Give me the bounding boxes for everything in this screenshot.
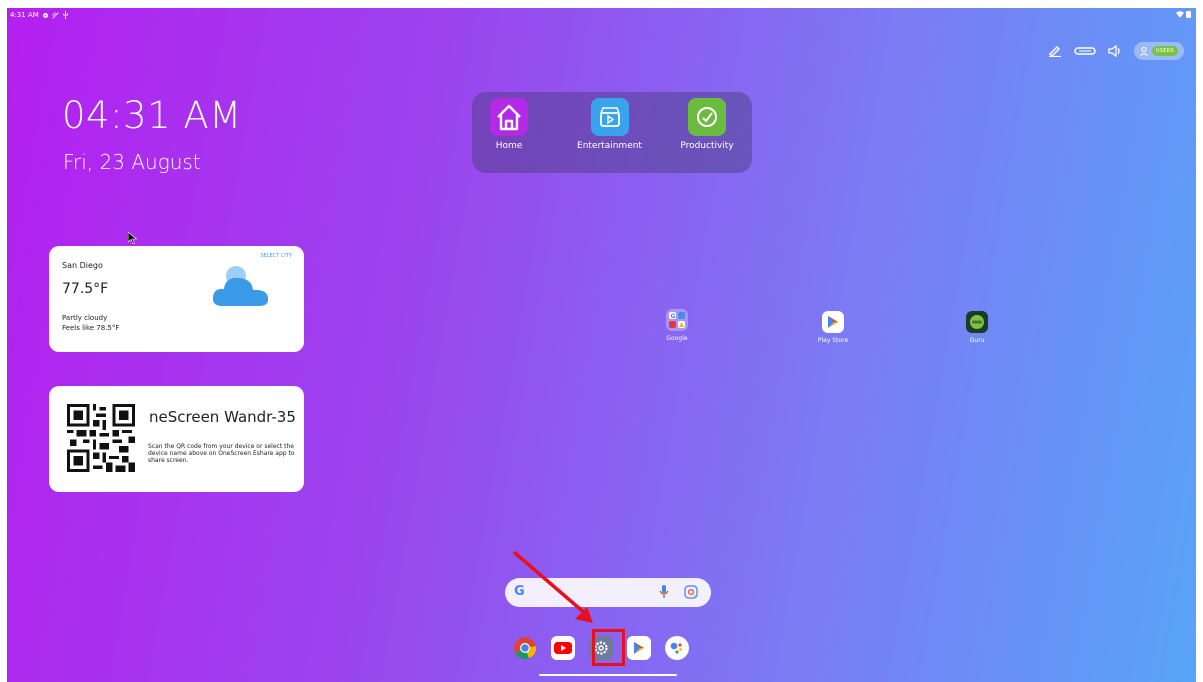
play-store-icon[interactable] (627, 636, 651, 660)
desktop-app-google[interactable]: G Google (647, 309, 707, 342)
mouse-cursor-icon (128, 232, 137, 244)
google-lens-icon[interactable] (684, 585, 698, 599)
clock-date: Fri, 23 August (63, 150, 201, 174)
category-productivity[interactable]: Productivity (675, 98, 739, 151)
desktop-app-google-label: Google (666, 335, 688, 342)
screenshare-widget: neScreen Wandr-35 Scan the QR code from … (49, 386, 304, 492)
clapperboard-icon (590, 98, 629, 136)
desktop-app-play-store[interactable]: Play Store (803, 311, 863, 344)
volume-icon[interactable] (1108, 45, 1122, 57)
select-city-link[interactable]: SELECT CITY (261, 253, 293, 259)
house-icon (490, 98, 528, 136)
category-home-label: Home (495, 141, 523, 151)
youtube-icon[interactable] (551, 636, 575, 660)
users-label: USERS (1151, 46, 1178, 56)
google-folder-icon: G (666, 309, 688, 331)
category-entertainment[interactable]: Entertainment (572, 98, 647, 151)
battery-icon (1186, 11, 1191, 18)
device-name: neScreen Wandr-35 (149, 408, 296, 426)
screenshare-instructions: Scan the QR code from your device or sel… (148, 443, 295, 464)
play-store-icon (822, 311, 844, 333)
chrome-icon[interactable] (513, 636, 537, 660)
system-tray: USERS (1048, 42, 1184, 60)
clock-time: 04:31 AM (62, 94, 242, 137)
category-entertainment-label: Entertainment (577, 141, 642, 151)
category-productivity-label: Productivity (680, 141, 734, 151)
users-button[interactable]: USERS (1133, 42, 1184, 60)
partly-cloudy-icon (212, 266, 269, 306)
usb-icon (62, 11, 68, 19)
gesture-home-bar[interactable] (539, 674, 677, 676)
qr-code-image[interactable] (67, 404, 135, 472)
desktop-app-guru[interactable]: Guru (947, 311, 1007, 344)
svg-text:G: G (671, 313, 676, 320)
user-icon (1139, 46, 1148, 56)
gauge-icon (688, 98, 726, 136)
weather-condition: Partly cloudy (62, 314, 108, 322)
desktop-app-guru-label: Guru (969, 337, 985, 344)
status-time: 4:31 AM (10, 11, 39, 19)
microphone-icon[interactable] (659, 585, 669, 599)
cast-icon (52, 11, 59, 19)
gear-icon (42, 12, 48, 18)
category-launcher: Home Entertainment Productivity (472, 92, 752, 173)
category-home[interactable]: Home (489, 98, 529, 151)
desktop-app-play-store-label: Play Store (817, 337, 849, 344)
assistant-icon[interactable] (665, 636, 689, 660)
weather-widget[interactable]: SELECT CITY San Diego 77.5°F Partly clou… (49, 246, 304, 352)
weather-temperature: 77.5°F (62, 281, 109, 297)
red-arrow-annotation (513, 551, 593, 623)
status-bar: 4:31 AM (7, 8, 1196, 24)
home-screen: 4:31 AM USERS 04:31 AM Fri, 23 August Ho… (7, 8, 1196, 682)
pen-icon[interactable] (1048, 45, 1062, 57)
weather-feels-like: Feels like 78.5°F (62, 324, 120, 332)
guru-icon (966, 311, 988, 333)
whiteboard-icon[interactable] (1074, 46, 1096, 56)
wifi-icon (1176, 10, 1184, 18)
weather-city: San Diego (62, 261, 103, 270)
